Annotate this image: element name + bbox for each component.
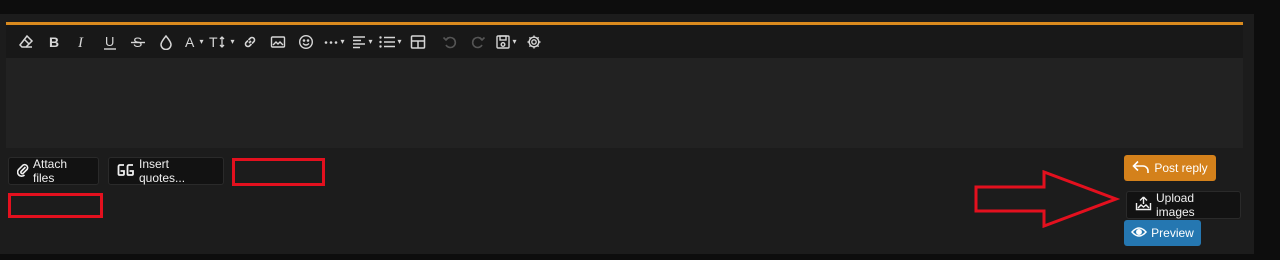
- svg-text:I: I: [77, 35, 84, 50]
- table-icon[interactable]: [404, 31, 432, 53]
- drafts-icon[interactable]: ▾: [492, 31, 520, 53]
- preview-button[interactable]: Preview: [1124, 220, 1201, 246]
- message-textarea[interactable]: [6, 58, 1243, 148]
- font-family-icon[interactable]: A ▾: [180, 31, 208, 53]
- attach-files-button[interactable]: Attach files: [8, 157, 99, 185]
- editor-toolbar: B I U S A ▾ T ▾: [6, 25, 1243, 58]
- annotation-highlight-box: [232, 158, 325, 186]
- dropdown-caret-icon: ▾: [397, 37, 402, 46]
- post-reply-label: Post reply: [1154, 161, 1208, 175]
- underline-icon[interactable]: U: [96, 31, 124, 53]
- upload-images-label: Upload images: [1156, 191, 1195, 219]
- dropdown-caret-icon: ▾: [512, 37, 517, 46]
- paperclip-icon: [16, 163, 29, 180]
- more-options-icon[interactable]: ▾: [320, 31, 348, 53]
- dropdown-caret-icon: ▾: [230, 37, 235, 46]
- text-color-icon[interactable]: [152, 31, 180, 53]
- upload-images-button[interactable]: Upload images: [1126, 191, 1241, 219]
- post-reply-button[interactable]: Post reply: [1124, 155, 1216, 181]
- dropdown-caret-icon: ▾: [199, 37, 204, 46]
- italic-icon[interactable]: I: [68, 31, 96, 53]
- svg-text:T: T: [209, 34, 218, 50]
- align-icon[interactable]: ▾: [348, 31, 376, 53]
- preview-label: Preview: [1151, 226, 1194, 240]
- font-size-icon[interactable]: T ▾: [208, 31, 236, 53]
- upload-image-icon: [1135, 196, 1152, 214]
- undo-icon[interactable]: [436, 31, 464, 53]
- svg-text:U: U: [105, 34, 114, 49]
- insert-quotes-button[interactable]: Insert quotes...: [108, 157, 224, 185]
- eye-icon: [1131, 226, 1148, 241]
- insert-quotes-label: Insert quotes...: [139, 157, 186, 185]
- annotation-arrow-icon: [974, 170, 1120, 228]
- reply-icon: [1132, 160, 1150, 177]
- emoji-icon[interactable]: [292, 31, 320, 53]
- svg-text:A: A: [185, 34, 195, 50]
- bold-icon[interactable]: B: [40, 31, 68, 53]
- dropdown-caret-icon: ▾: [368, 37, 373, 46]
- list-icon[interactable]: ▾: [376, 31, 404, 53]
- quote-icon: [117, 163, 135, 180]
- rich-text-editor: B I U S A ▾ T ▾: [6, 22, 1243, 148]
- svg-text:B: B: [49, 34, 59, 50]
- annotation-highlight-box: [8, 193, 103, 218]
- settings-gear-icon[interactable]: [520, 31, 548, 53]
- dropdown-caret-icon: ▾: [340, 37, 345, 46]
- image-icon[interactable]: [264, 31, 292, 53]
- link-icon[interactable]: [236, 31, 264, 53]
- redo-icon[interactable]: [464, 31, 492, 53]
- attach-files-label: Attach files: [33, 157, 68, 185]
- strikethrough-icon[interactable]: S: [124, 31, 152, 53]
- remove-formatting-icon[interactable]: [12, 31, 40, 53]
